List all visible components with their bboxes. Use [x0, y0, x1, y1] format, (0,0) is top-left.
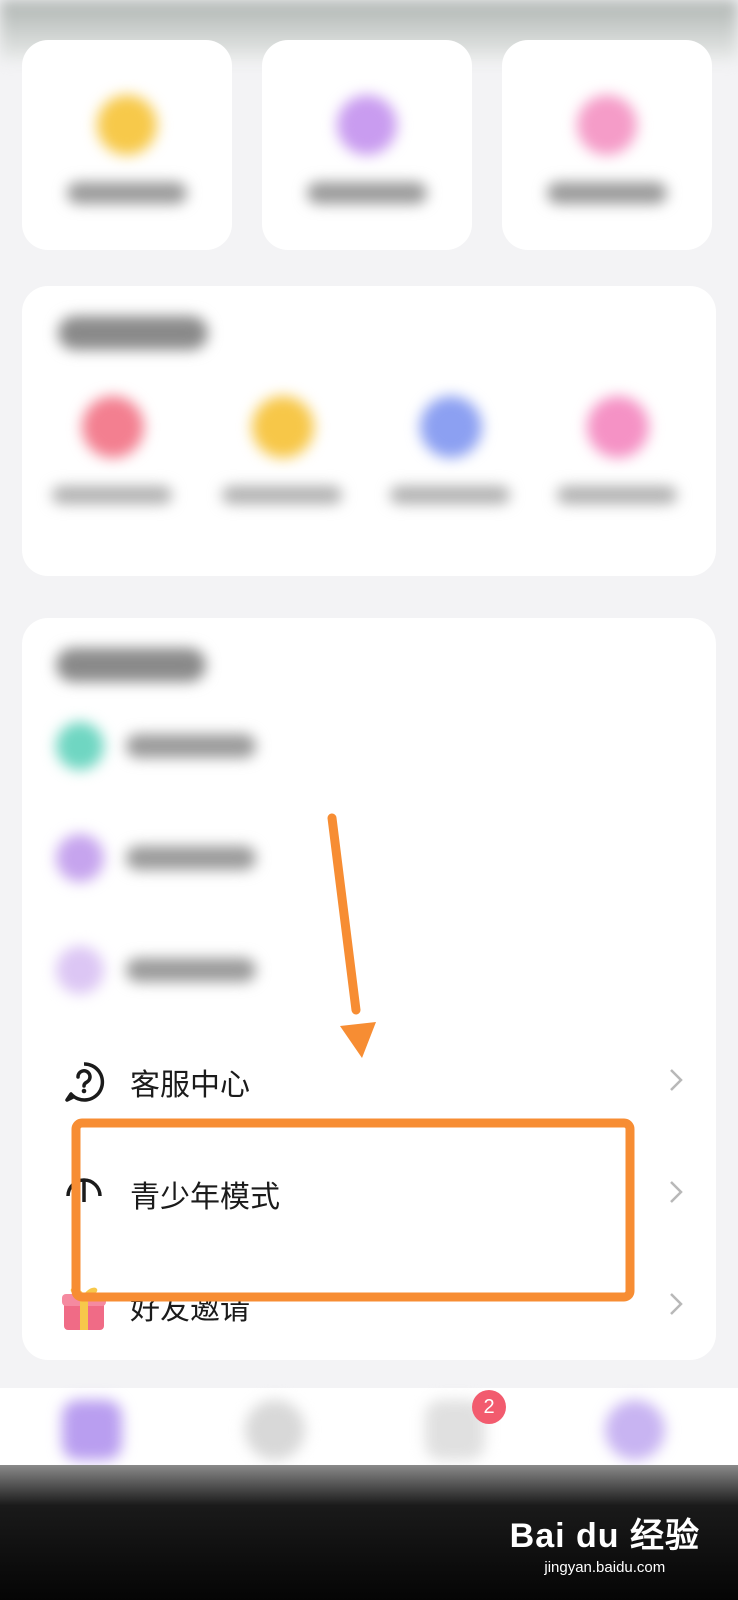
annotation-highlight-box	[71, 1118, 635, 1302]
annotation-overlay	[71, 813, 635, 1302]
annotation-arrowhead	[340, 1022, 376, 1058]
annotation-arrow	[327, 813, 361, 1015]
